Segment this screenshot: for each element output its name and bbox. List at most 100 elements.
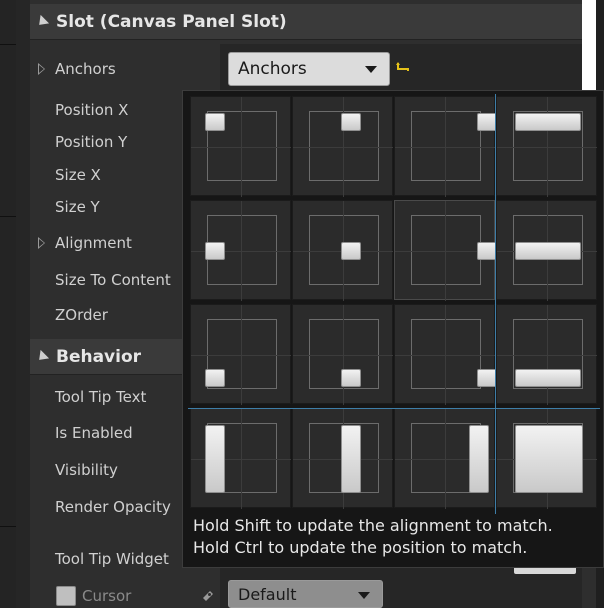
details-panel-gutter xyxy=(16,0,30,608)
anchor-widget-preview xyxy=(477,113,497,131)
anchor-widget-preview xyxy=(205,113,225,131)
property-label: Tool Tip Text xyxy=(55,388,147,406)
section-title: Behavior xyxy=(56,346,142,367)
guide-line xyxy=(241,305,242,405)
guide-line xyxy=(343,305,344,405)
anchor-preset-top-stretch[interactable] xyxy=(496,96,597,197)
property-row-cursor: Cursor xyxy=(56,579,196,608)
divider xyxy=(0,44,16,45)
property-label: Position X xyxy=(55,101,129,119)
reset-to-default-icon[interactable] xyxy=(396,60,410,74)
anchor-preset-center-left[interactable] xyxy=(190,200,291,301)
divider xyxy=(0,216,16,217)
expand-arrow-icon[interactable] xyxy=(38,237,45,249)
anchor-preset-center-stretch[interactable] xyxy=(496,200,597,301)
anchor-widget-preview xyxy=(205,369,225,387)
property-label: Size To Content xyxy=(55,271,171,289)
property-row-is-enabled: Is Enabled xyxy=(30,416,180,450)
property-row-size-to-content: Size To Content xyxy=(30,263,180,297)
anchor-preset-right-stretch[interactable] xyxy=(394,408,495,509)
guide-line xyxy=(445,409,446,509)
guide-line xyxy=(445,97,446,197)
collapse-arrow-icon[interactable] xyxy=(34,14,50,29)
anchor-preset-center-stretch-vertical[interactable] xyxy=(292,408,393,509)
separator-horizontal xyxy=(188,408,600,409)
anchor-widget-preview xyxy=(341,369,361,387)
property-row-size-y: Size Y xyxy=(30,190,180,224)
guide-line xyxy=(343,97,344,197)
anchor-widget-preview xyxy=(477,242,497,260)
section-header-slot[interactable]: Slot (Canvas Panel Slot) xyxy=(30,4,582,40)
anchor-preset-top-center[interactable] xyxy=(292,96,393,197)
anchor-widget-preview xyxy=(515,242,581,260)
property-row-tool-tip-widget: Tool Tip Widget xyxy=(30,542,180,576)
expand-arrow-icon[interactable] xyxy=(38,63,45,75)
anchors-dropdown[interactable]: Anchors xyxy=(228,52,390,86)
anchor-preset-left-stretch[interactable] xyxy=(190,408,291,509)
property-label: Render Opacity xyxy=(55,498,171,516)
property-row-render-opacity: Render Opacity xyxy=(30,490,180,524)
separator-vertical xyxy=(495,94,496,514)
guide-line xyxy=(241,409,242,509)
divider xyxy=(0,526,16,527)
property-label: Visibility xyxy=(55,461,118,479)
anchor-frame xyxy=(411,111,481,181)
anchor-widget-preview xyxy=(341,113,361,131)
popup-hint-ctrl: Hold Ctrl to update the position to matc… xyxy=(193,538,528,557)
property-label: ZOrder xyxy=(55,306,108,324)
property-label: Alignment xyxy=(55,234,132,252)
outer-panel-strip xyxy=(0,0,16,608)
anchor-preset-top-left[interactable] xyxy=(190,96,291,197)
collapse-arrow-icon[interactable] xyxy=(34,349,50,364)
property-row-position-x: Position X xyxy=(30,93,180,127)
property-label: Position Y xyxy=(55,133,128,151)
property-label: Is Enabled xyxy=(55,424,133,442)
anchor-widget-preview xyxy=(341,242,361,260)
guide-line xyxy=(547,305,548,405)
property-row-visibility: Visibility xyxy=(30,453,180,487)
anchor-widget-preview xyxy=(205,425,225,493)
scrollbar-thumb[interactable] xyxy=(582,0,596,92)
anchor-widget-preview xyxy=(515,113,581,131)
anchor-preset-bottom-right[interactable] xyxy=(394,304,497,405)
cursor-dropdown[interactable]: Default xyxy=(228,580,383,608)
anchor-preset-top-right[interactable] xyxy=(394,96,497,197)
chevron-down-icon xyxy=(365,66,377,73)
anchor-preset-center-right[interactable] xyxy=(394,200,497,301)
guide-line xyxy=(547,97,548,197)
anchor-preset-bottom-center[interactable] xyxy=(292,304,393,405)
section-title: Slot (Canvas Panel Slot) xyxy=(56,11,287,32)
anchor-widget-preview xyxy=(469,425,489,493)
guide-line xyxy=(445,305,446,405)
anchor-preset-bottom-left[interactable] xyxy=(190,304,291,405)
property-label: Anchors xyxy=(55,60,116,78)
anchor-frame xyxy=(411,319,481,389)
property-label: Cursor xyxy=(82,587,132,605)
anchor-preset-center[interactable] xyxy=(292,200,393,301)
anchor-frame xyxy=(411,215,481,285)
guide-line xyxy=(241,201,242,301)
property-row-tool-tip-text: Tool Tip Text xyxy=(30,380,180,414)
guide-line xyxy=(445,201,446,301)
guide-line xyxy=(241,97,242,197)
anchor-preset-bottom-stretch[interactable] xyxy=(496,304,597,405)
property-label: Size Y xyxy=(55,198,100,216)
anchor-widget-preview xyxy=(205,242,225,260)
cursor-value: Default xyxy=(238,584,297,604)
property-row-size-x: Size X xyxy=(30,158,180,192)
property-label: Size X xyxy=(55,166,101,184)
anchor-widget-preview xyxy=(341,425,361,493)
pin-icon[interactable] xyxy=(200,588,216,604)
property-row-anchors[interactable]: Anchors xyxy=(30,52,180,86)
property-label: Tool Tip Widget xyxy=(55,550,169,568)
anchors-value: Anchors xyxy=(238,59,307,79)
anchor-preset-full-stretch[interactable] xyxy=(496,408,597,509)
property-row-zorder: ZOrder xyxy=(30,298,180,332)
property-row-position-y: Position Y xyxy=(30,125,180,159)
anchor-widget-preview xyxy=(515,425,583,493)
popup-hint-shift: Hold Shift to update the alignment to ma… xyxy=(193,516,553,535)
property-row-alignment[interactable]: Alignment xyxy=(30,226,180,260)
chevron-down-icon xyxy=(358,592,370,599)
anchor-widget-preview xyxy=(515,369,581,387)
anchor-widget-preview xyxy=(477,369,497,387)
